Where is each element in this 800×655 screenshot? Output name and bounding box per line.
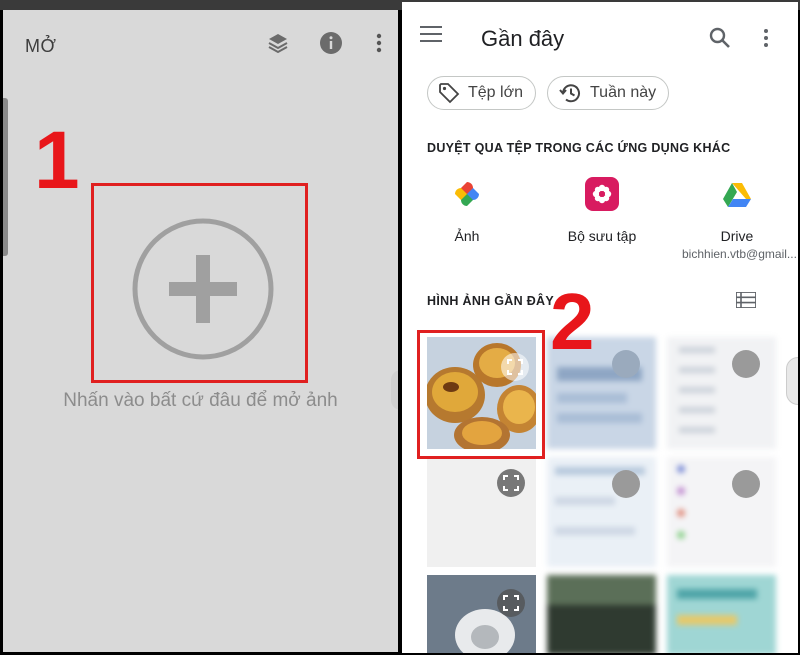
chip-large-files[interactable]: Tệp lớn (427, 76, 536, 110)
browse-other-apps-heading: DUYỆT QUA TỆP TRONG CÁC ỨNG DỤNG KHÁC (427, 141, 731, 155)
recent-image-blurred[interactable] (667, 337, 776, 449)
app-label: Bộ sưu tập (567, 228, 637, 244)
recent-image-blurred[interactable] (667, 575, 776, 653)
recent-image-blurred[interactable] (547, 575, 656, 653)
list-view-icon[interactable] (735, 291, 757, 309)
step-number-1: 1 (34, 115, 80, 206)
step-2-highlight (417, 330, 545, 459)
expand-icon[interactable] (612, 350, 640, 378)
google-drive-icon (720, 177, 754, 211)
expand-icon[interactable] (497, 469, 525, 497)
recent-image-watch[interactable] (427, 575, 536, 653)
tag-icon (439, 83, 460, 104)
chip-label: Tuần này (590, 84, 657, 101)
open-title: MỞ (25, 36, 57, 56)
layers-refresh-icon[interactable] (265, 30, 291, 56)
app-photos[interactable]: Ảnh (412, 177, 522, 244)
expand-icon[interactable] (612, 470, 640, 498)
screen: MỞ Nhấn vào bất cứ đâu để mở ảnh 1 Gần đ… (0, 0, 800, 655)
app-gallery[interactable]: Bộ sưu tập (547, 177, 657, 244)
step-number-2: 2 (550, 277, 595, 366)
right-phone-screen: Gần đây Tệp lớn Tuần này DUYỆT QUA TỆP T… (402, 2, 798, 653)
open-hint-text: Nhấn vào bất cứ đâu để mở ảnh (63, 390, 338, 411)
gallery-flower-icon (585, 177, 619, 211)
chip-this-week[interactable]: Tuần này (547, 76, 670, 110)
history-icon (559, 84, 580, 103)
recent-images-heading: HÌNH ẢNH GẦN ĐÂY (427, 294, 555, 308)
google-photos-icon (450, 177, 484, 211)
expand-icon[interactable] (732, 350, 760, 378)
app-label: Drive (720, 228, 754, 244)
scroll-handle[interactable] (391, 370, 398, 410)
more-vert-icon[interactable] (762, 28, 770, 50)
scroll-handle[interactable] (786, 357, 798, 405)
page-title: Gần đây (481, 26, 565, 51)
drive-account-email: bichhien.vtb@gmail... (682, 247, 797, 261)
search-icon[interactable] (708, 26, 732, 50)
expand-icon[interactable] (497, 589, 525, 617)
menu-icon[interactable] (420, 26, 442, 44)
expand-icon[interactable] (732, 470, 760, 498)
top-app-bar: Gần đây (402, 2, 798, 72)
info-icon[interactable] (318, 30, 344, 56)
step-1-highlight (91, 183, 308, 383)
app-drive[interactable]: Drive bichhien.vtb@gmail... (682, 177, 797, 261)
more-vert-icon[interactable] (366, 30, 392, 56)
recent-image-document[interactable] (427, 457, 536, 567)
recent-image-blurred[interactable] (547, 457, 656, 567)
side-drawer-handle[interactable] (3, 98, 8, 256)
app-label: Ảnh (454, 228, 480, 244)
recent-image-blurred[interactable] (667, 457, 776, 567)
chip-label: Tệp lớn (468, 84, 523, 101)
